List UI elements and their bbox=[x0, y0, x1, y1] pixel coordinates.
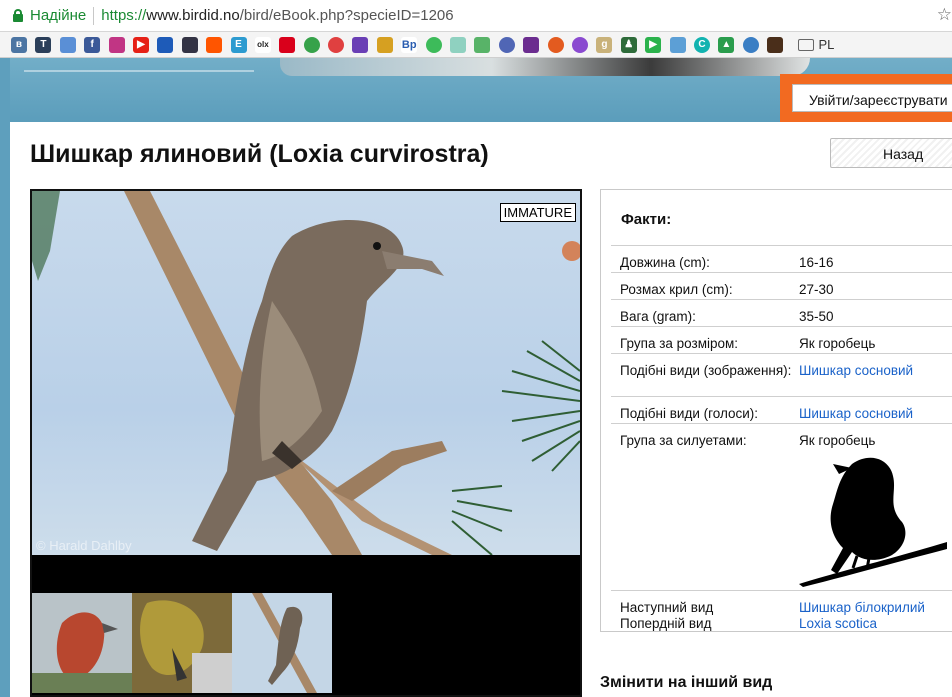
change-species-heading: Змінити на інший вид bbox=[600, 674, 773, 691]
circle-icon[interactable] bbox=[303, 36, 320, 53]
leaf-icon[interactable] bbox=[474, 36, 491, 53]
fact-row-length: Довжина (cm): 16-16 bbox=[611, 245, 952, 272]
c-icon[interactable]: C bbox=[693, 36, 710, 53]
facts-panel: Факти: Довжина (cm): 16-16 Розмах крил (… bbox=[600, 189, 952, 632]
page-title: Шишкар ялиновий (Loxia curvirostra) bbox=[30, 140, 489, 168]
fact-row-similar-voices: Подібні види (голоси): Шишкар сосновий bbox=[611, 396, 952, 423]
soundcloud-icon[interactable] bbox=[206, 36, 223, 53]
banner-line bbox=[24, 70, 254, 72]
next-species-label: Наступний вид bbox=[620, 600, 714, 615]
prev-species-label: Попердній вид bbox=[620, 616, 712, 631]
fact-value: 35-50 bbox=[799, 309, 834, 324]
prev-species-link[interactable]: Loxia scotica bbox=[799, 615, 877, 632]
fact-row-navigation: Наступний вид Шишкар білокрилий Попердні… bbox=[611, 590, 952, 633]
thumbnail-2[interactable] bbox=[132, 593, 232, 693]
main-photo[interactable]: IMMATURE © Harald Dahlby bbox=[32, 191, 580, 555]
fact-key: Група за силуетами: bbox=[620, 433, 747, 448]
fact-row-weight: Вага (gram): 35-50 bbox=[611, 299, 952, 326]
photo-copyright: © Harald Dahlby bbox=[36, 538, 132, 553]
page-left-border bbox=[0, 58, 10, 697]
folder-icon bbox=[797, 38, 814, 51]
goodreads-icon[interactable]: g bbox=[596, 36, 613, 53]
banner-photo bbox=[280, 58, 810, 76]
bookmark-star-icon[interactable]: ☆ bbox=[937, 5, 952, 25]
age-badge: IMMATURE bbox=[499, 203, 576, 222]
olx-icon[interactable]: olx bbox=[254, 36, 271, 53]
fact-key: Подібні види (голоси): bbox=[620, 406, 759, 421]
fact-value: Як горобець bbox=[799, 336, 876, 351]
fact-key: Вага (gram): bbox=[620, 309, 696, 324]
youtube-icon[interactable]: ▶ bbox=[132, 36, 149, 53]
fact-value: 27-30 bbox=[799, 282, 834, 297]
chess-icon[interactable]: ♟ bbox=[620, 36, 637, 53]
globe-icon[interactable] bbox=[498, 36, 515, 53]
cloud-icon[interactable] bbox=[157, 36, 174, 53]
url-text[interactable]: https://www.birdid.no/bird/eBook.php?spe… bbox=[101, 7, 453, 24]
film-icon[interactable] bbox=[181, 36, 198, 53]
back-button[interactable]: Назад bbox=[830, 138, 952, 168]
fact-key: Розмах крил (cm): bbox=[620, 282, 733, 297]
fact-value: Як горобець bbox=[799, 433, 876, 448]
bird-photo-illustration bbox=[32, 191, 580, 555]
secure-label: Надійне bbox=[30, 7, 87, 24]
red-icon[interactable] bbox=[279, 36, 296, 53]
thumbnail-3[interactable] bbox=[232, 593, 332, 693]
fact-row-similar-images: Подібні види (зображення): Шишкар соснов… bbox=[611, 353, 952, 396]
login-button[interactable]: Увійти/зареєструвати bbox=[792, 84, 952, 112]
book-icon[interactable] bbox=[450, 36, 467, 53]
fact-value: 16-16 bbox=[799, 255, 834, 270]
bird-icon[interactable] bbox=[767, 36, 784, 53]
instagram-icon[interactable] bbox=[108, 36, 125, 53]
play-store-icon[interactable]: ▶ bbox=[645, 36, 662, 53]
fact-row-size-group: Група за розміром: Як горобець bbox=[611, 326, 952, 353]
image-icon[interactable] bbox=[669, 36, 686, 53]
facts-title: Факти: bbox=[621, 211, 672, 228]
bookmark-folder-pl[interactable]: PL bbox=[797, 37, 834, 52]
list-icon[interactable] bbox=[352, 36, 369, 53]
swirl-icon[interactable] bbox=[571, 36, 588, 53]
bp-icon[interactable]: Bp bbox=[401, 36, 418, 53]
drive-icon[interactable]: ▲ bbox=[718, 36, 735, 53]
fact-key: Довжина (cm): bbox=[620, 255, 710, 270]
owl-icon[interactable] bbox=[425, 36, 442, 53]
similar-species-link[interactable]: Шишкар сосновий bbox=[799, 362, 913, 379]
photo-gallery: IMMATURE © Harald Dahlby bbox=[30, 189, 582, 697]
fact-key: Група за розміром: bbox=[620, 336, 739, 351]
b-icon[interactable] bbox=[547, 36, 564, 53]
fact-row-wingspan: Розмах крил (cm): 27-30 bbox=[611, 272, 952, 299]
thumbnail-strip bbox=[32, 593, 332, 693]
divider bbox=[93, 6, 95, 25]
bookmarks-bar: в T f ▶ E olx Bp g ♟ ▶ C ▲ PL bbox=[0, 32, 952, 58]
puzzle-icon[interactable] bbox=[376, 36, 393, 53]
next-species-link[interactable]: Шишкар білокрилий bbox=[799, 599, 925, 616]
e-icon[interactable]: E bbox=[230, 36, 247, 53]
lock-icon bbox=[13, 9, 23, 22]
fingerprint-icon[interactable] bbox=[742, 36, 759, 53]
thumbnail-1[interactable] bbox=[32, 593, 132, 693]
fact-key: Подібні види (зображення): bbox=[620, 363, 792, 378]
t-icon[interactable]: T bbox=[35, 36, 52, 53]
facebook-icon[interactable]: f bbox=[84, 36, 101, 53]
doc-icon[interactable] bbox=[59, 36, 76, 53]
vk-icon[interactable]: в bbox=[11, 36, 27, 53]
similar-voices-link[interactable]: Шишкар сосновий bbox=[799, 405, 913, 422]
pattern-icon[interactable] bbox=[523, 36, 540, 53]
address-bar[interactable]: Надійне https://www.birdid.no/bird/eBook… bbox=[0, 0, 952, 32]
target-icon[interactable] bbox=[328, 36, 345, 53]
bird-silhouette bbox=[799, 457, 947, 587]
